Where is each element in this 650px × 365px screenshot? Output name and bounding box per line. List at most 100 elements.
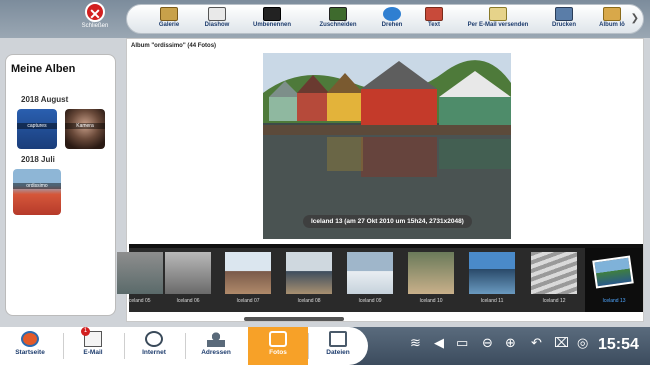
album-kamera[interactable]: Kamera [65,109,105,149]
main-panel: Album "ordissimo" (44 Fotos) Iceland 05 … [117,38,644,322]
tool-gallery[interactable]: Galerie [149,7,189,28]
thumbnail-label: Iceland 08 [297,298,321,304]
album-label: ordissimo [13,183,61,189]
rotate-icon [383,7,401,21]
rename-icon [263,7,281,21]
dock-email[interactable]: 1 E-Mail [76,327,110,356]
print-icon [555,7,573,21]
tool-rotate[interactable]: Drehen [377,7,407,28]
tool-slideshow-label: Diashow [204,22,230,28]
dock-separator [124,333,125,359]
dock-separator [308,333,309,359]
dock-home-label: Startseite [15,349,45,356]
dock-separator [185,333,186,359]
album-captures[interactable]: captures [17,109,57,149]
album-group-label: 2018 August [21,95,69,104]
clock: 15:54 [598,336,639,353]
thumbnail[interactable] [165,252,211,294]
dock-files-label: Dateien [326,349,350,356]
dock-internet[interactable]: Internet [136,331,172,356]
trash-icon[interactable]: ⌧ [554,336,569,351]
tool-slideshow[interactable]: Diashow [197,7,237,28]
thumbnail-label: Iceland 13 [602,298,626,304]
thumbnail[interactable] [469,252,515,294]
email-badge: 1 [81,327,90,336]
dock-home[interactable]: Startseite [12,331,48,356]
close-label: Schließen [81,23,109,29]
slideshow-icon [208,7,226,21]
contacts-icon [207,331,225,347]
album-label: captures [17,123,57,129]
tool-rotate-label: Drehen [381,22,403,28]
tool-print[interactable]: Drucken [547,7,581,28]
thumbnail[interactable] [225,252,271,294]
globe-icon [145,331,163,347]
zoom-out-icon[interactable]: ⊖ [482,336,493,351]
thumbnail[interactable] [347,252,393,294]
camera-icon [269,331,287,347]
crop-icon [329,7,347,21]
undo-icon[interactable]: ↶ [531,336,542,351]
tool-album-delete[interactable]: Album lö [595,7,629,28]
home-icon [21,331,39,347]
tool-rename-label: Umbenennen [252,22,291,28]
thumbnail[interactable] [408,252,454,294]
tool-text-label: Text [428,22,440,28]
photo-toolbar: Galerie Diashow Umbenennen Zuschneiden D… [126,4,644,34]
gallery-icon [160,7,178,21]
thumbnail[interactable] [531,252,577,294]
battery-icon[interactable]: ▭ [456,336,468,351]
main-photo-image [263,53,511,239]
album-label: Kamera [65,123,105,129]
dock-photos-label: Fotos [269,349,287,356]
photo-caption: Iceland 13 (am 27 Okt 2010 um 15h24, 273… [303,215,472,228]
tool-rename[interactable]: Umbenennen [249,7,295,28]
dock-apps-area [0,327,368,365]
tool-album-delete-label: Album lö [599,22,625,28]
albums-sidebar: Meine Alben 2018 August captures Kamera … [5,54,116,316]
thumbnail[interactable] [117,252,163,294]
text-icon [425,7,443,21]
thumbnail-label: Iceland 12 [542,298,566,304]
strip-scrollbar[interactable] [244,317,344,321]
strip-divider [129,244,643,248]
album-title: Album "ordissimo" (44 Fotos) [131,43,217,49]
wifi-icon[interactable]: ≋ [410,336,421,351]
dock-internet-label: Internet [142,349,166,356]
dock-files[interactable]: Dateien [320,331,356,356]
tool-print-label: Drucken [551,22,576,28]
album-ordissimo[interactable]: ordissimo [13,169,61,215]
tool-gallery-label: Galerie [158,22,180,28]
album-group-label: 2018 Juli [21,155,55,164]
thumbnail-label: Iceland 06 [176,298,200,304]
thumbnail-label: Iceland 11 [480,298,504,304]
album-delete-icon [603,7,621,21]
help-icon[interactable]: ◎ [577,336,588,351]
dock-photos[interactable]: Fotos [259,331,297,356]
tool-text[interactable]: Text [421,7,447,28]
sidebar-title: Meine Alben [11,63,76,75]
files-icon [329,331,347,347]
dock-contacts[interactable]: Adressen [196,331,236,356]
main-photo[interactable] [263,53,511,239]
tool-email-send[interactable]: Per E-Mail versenden [463,7,533,28]
chevron-right-icon[interactable]: ❯ [631,13,639,24]
volume-icon[interactable]: ◀ [434,336,444,351]
zoom-in-icon[interactable]: ⊕ [505,336,516,351]
close-icon: ✕ [85,2,105,22]
thumbnail-label: Iceland 09 [358,298,382,304]
email-icon: 1 [81,327,102,347]
thumbnail-label: Iceland 10 [419,298,443,304]
dock-separator [63,333,64,359]
thumbnail-label: Iceland 07 [236,298,260,304]
dock-email-label: E-Mail [83,349,103,356]
tool-crop-label: Zuschneiden [319,22,357,28]
tool-email-send-label: Per E-Mail versenden [467,22,529,28]
selected-thumbnail[interactable] [592,255,634,289]
email-send-icon [489,7,507,21]
close-button[interactable]: ✕ Schließen [78,2,112,36]
dock-contacts-label: Adressen [201,349,231,356]
thumbnail[interactable] [286,252,332,294]
thumbnail-strip: Iceland 05 Iceland 06 Iceland 07 Iceland… [117,244,643,312]
tool-crop[interactable]: Zuschneiden [313,7,363,28]
